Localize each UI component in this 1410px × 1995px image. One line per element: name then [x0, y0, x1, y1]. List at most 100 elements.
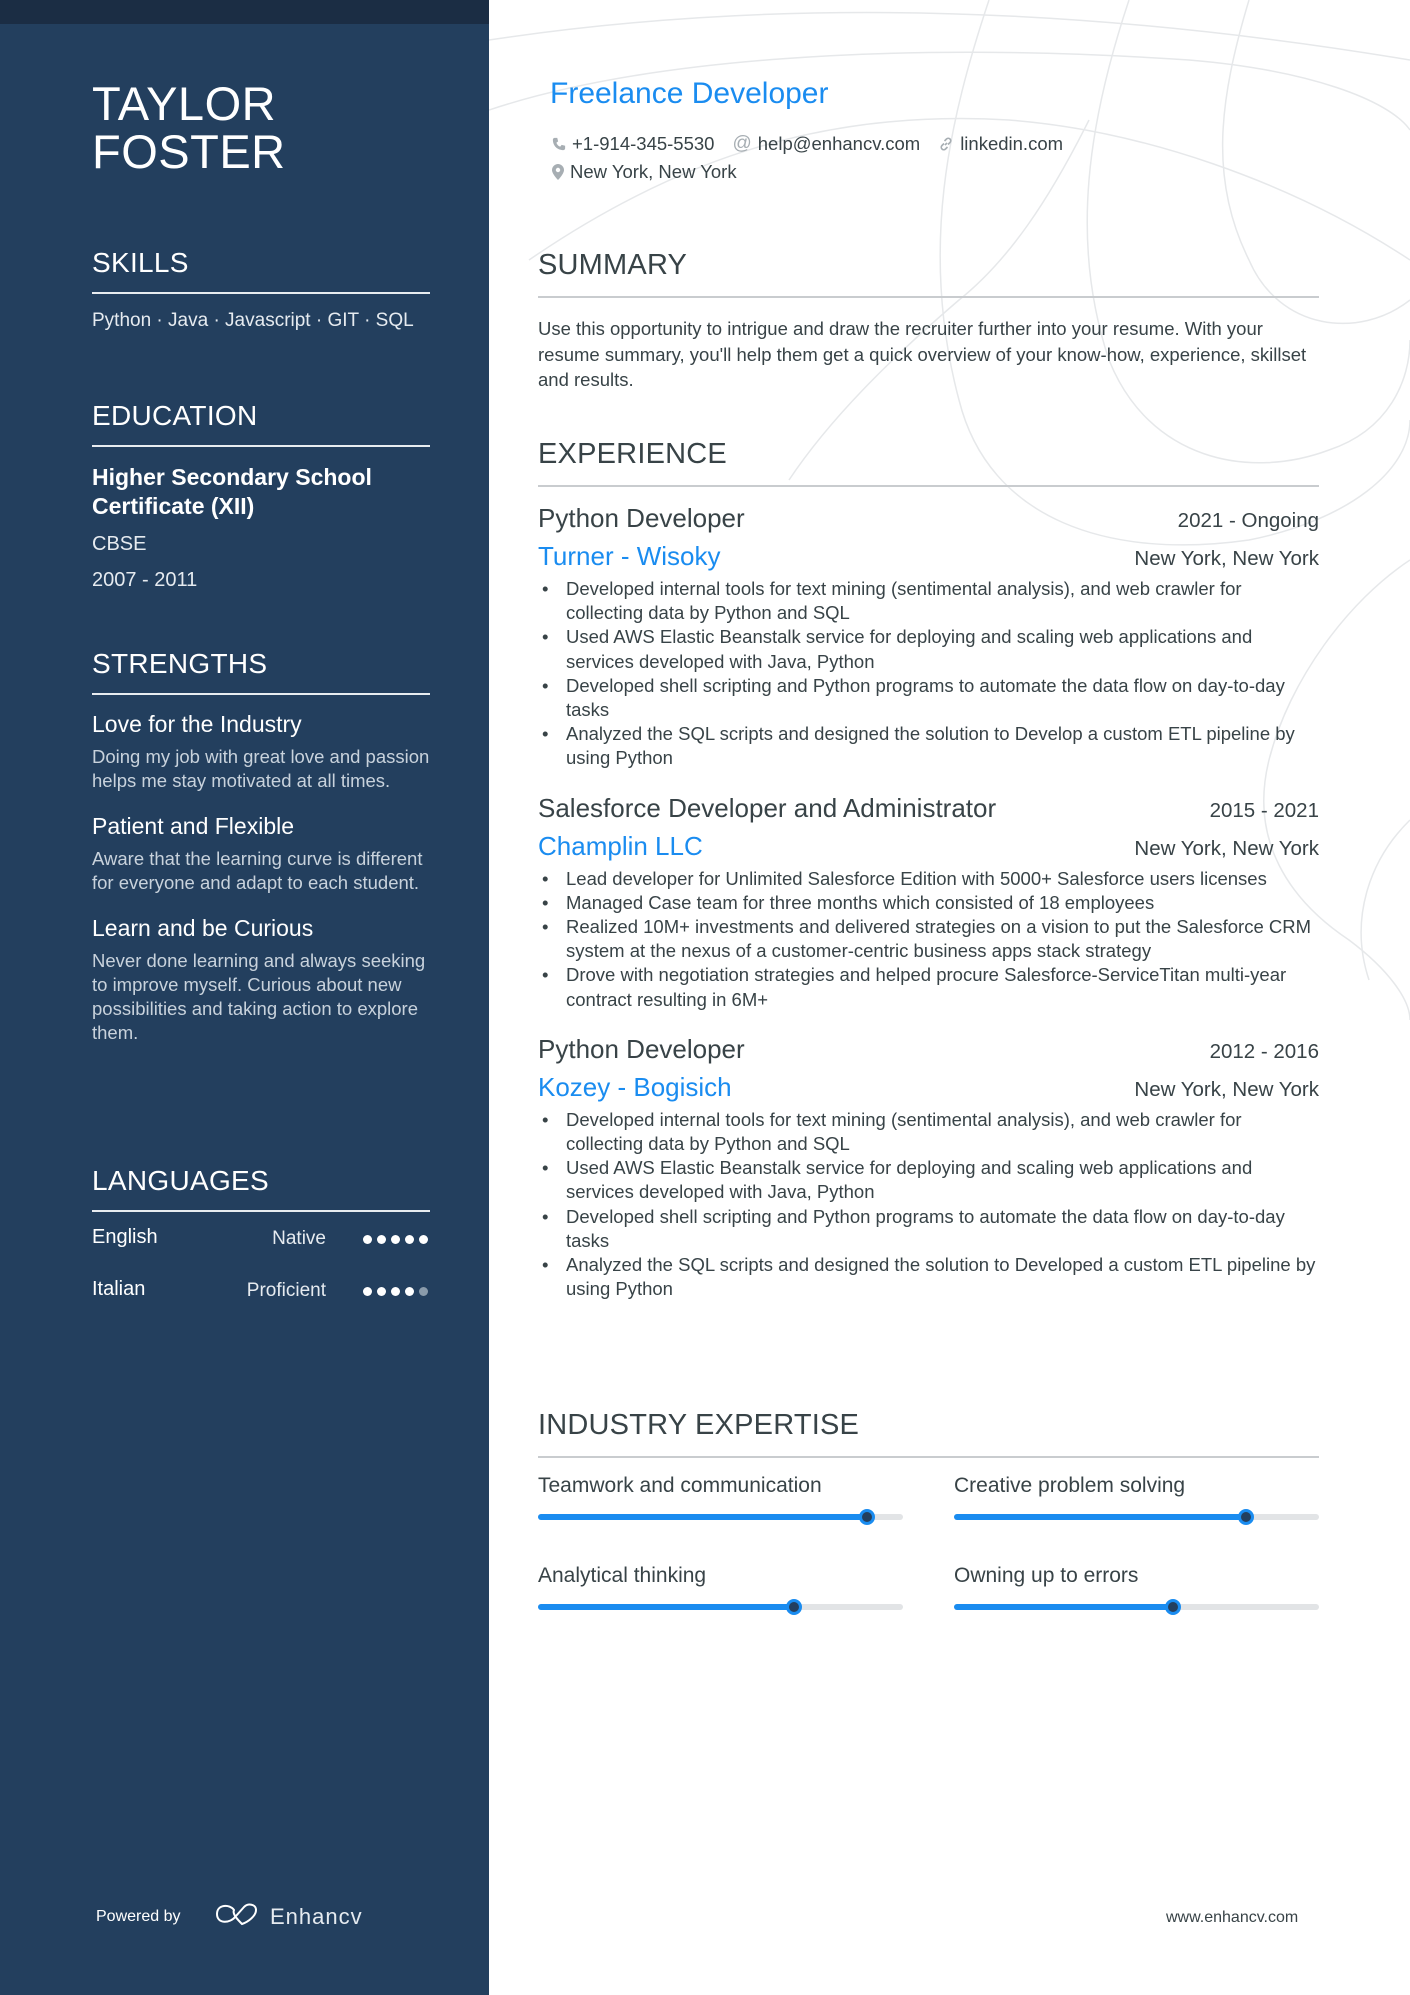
divider — [92, 445, 430, 447]
sidebar: TAYLOR FOSTER SKILLS Python · Java · Jav… — [0, 0, 489, 1995]
contact-location-row: New York, New York — [552, 161, 755, 183]
divider — [92, 292, 430, 294]
language-row: English Native — [92, 1216, 430, 1268]
expertise-slider — [954, 1509, 1319, 1525]
contact-link[interactable]: linkedin.com — [938, 133, 1063, 155]
skills-list: Python · Java · Javascript · GIT · SQL — [92, 310, 414, 331]
slider-knob — [858, 1509, 875, 1525]
expertise-item: Owning up to errors — [954, 1562, 1319, 1652]
rating-dot-empty — [419, 1287, 428, 1296]
rating-dot-filled — [391, 1287, 400, 1296]
strength-description: Aware that the learning curve is differe… — [92, 848, 423, 893]
rating-dot-filled — [419, 1235, 428, 1244]
enhancv-logo-icon — [214, 1902, 260, 1931]
expertise-label: Creative problem solving — [954, 1474, 1186, 1497]
strength-title: Love for the Industry — [92, 711, 302, 737]
map-pin-icon — [552, 164, 564, 180]
strength-item: Love for the Industry Doing my job with … — [92, 709, 430, 793]
rating-dot-filled — [405, 1287, 414, 1296]
contact-phone[interactable]: +1-914-345-5530 — [552, 133, 714, 155]
education-dates: 2007 - 2011 — [92, 569, 198, 591]
expertise-grid: Teamwork and communication Creative prob… — [538, 1472, 1319, 1652]
summary-section: SUMMARY Use this opportunity to intrigue… — [538, 248, 1319, 393]
divider — [92, 693, 430, 695]
strength-title: Learn and be Curious — [92, 915, 314, 941]
contact-row: +1-914-345-5530 @ help@enhancv.com linke… — [552, 133, 1081, 155]
bullet-item: Managed Case team for three months which… — [538, 891, 1319, 915]
link-icon — [938, 136, 954, 152]
rating-dot-filled — [405, 1235, 414, 1244]
powered-by-label: Powered by — [96, 1908, 181, 1925]
expertise-slider — [538, 1509, 903, 1525]
rating-dot-filled — [377, 1287, 386, 1296]
expertise-item: Creative problem solving — [954, 1472, 1319, 1562]
job-bullets: Developed internal tools for text mining… — [538, 577, 1319, 771]
expertise-item: Analytical thinking — [538, 1562, 903, 1652]
headline-role: Freelance Developer — [550, 77, 829, 110]
candidate-name: TAYLOR FOSTER — [92, 80, 286, 176]
slider-knob — [1165, 1599, 1181, 1615]
job-dates: 2012 - 2016 — [1209, 1039, 1319, 1063]
job-entry: Salesforce Developer and Administrator 2… — [538, 791, 1319, 1012]
enhancv-logo[interactable]: Enhancv — [214, 1902, 363, 1931]
languages-title: LANGUAGES — [92, 1165, 269, 1196]
divider — [92, 1210, 430, 1212]
language-level: Proficient — [246, 1280, 326, 1301]
expertise-label: Teamwork and communication — [538, 1474, 822, 1497]
strength-item: Patient and Flexible Aware that the lear… — [92, 811, 430, 895]
at-icon: @ — [732, 133, 752, 154]
job-bullets: Developed internal tools for text mining… — [538, 1108, 1319, 1302]
bullet-item: Realized 10M+ investments and delivered … — [538, 915, 1319, 963]
expertise-slider — [538, 1599, 903, 1615]
job-location: New York, New York — [1134, 547, 1319, 570]
languages-section: LANGUAGES English Native Italian Profici… — [92, 1164, 430, 1320]
language-rating — [363, 1235, 428, 1244]
name-last: FOSTER — [92, 125, 286, 178]
job-title: Python Developer — [538, 1033, 745, 1064]
divider — [538, 1456, 1319, 1458]
rating-dot-filled — [363, 1235, 372, 1244]
expertise-section: INDUSTRY EXPERTISE Teamwork and communic… — [538, 1408, 1319, 1652]
language-rating — [363, 1287, 428, 1296]
bullet-item: Analyzed the SQL scripts and designed th… — [538, 1253, 1319, 1301]
language-level: Native — [272, 1228, 326, 1249]
footer-website-link[interactable]: www.enhancv.com — [1166, 1909, 1298, 1927]
bullet-item: Drove with negotiation strategies and he… — [538, 963, 1319, 1011]
bullet-item: Used AWS Elastic Beanstalk service for d… — [538, 625, 1319, 673]
rating-dot-filled — [391, 1235, 400, 1244]
divider — [538, 296, 1319, 298]
enhancv-wordmark: Enhancv — [270, 1903, 363, 1929]
summary-title: SUMMARY — [538, 249, 688, 281]
expertise-item: Teamwork and communication — [538, 1472, 903, 1562]
expertise-title: INDUSTRY EXPERTISE — [538, 1409, 860, 1441]
rating-dot-filled — [363, 1287, 372, 1296]
job-title: Salesforce Developer and Administrator — [538, 792, 997, 823]
contact-email[interactable]: @ help@enhancv.com — [732, 133, 920, 155]
bullet-item: Developed internal tools for text mining… — [538, 577, 1319, 625]
skills-title: SKILLS — [92, 247, 189, 278]
education-title: EDUCATION — [92, 400, 258, 431]
divider — [538, 485, 1319, 487]
strengths-section: STRENGTHS Love for the Industry Doing my… — [92, 647, 430, 1045]
location-text: New York, New York — [570, 161, 737, 182]
slider-knob — [785, 1599, 802, 1615]
expertise-slider — [954, 1599, 1319, 1615]
strengths-title: STRENGTHS — [92, 648, 268, 679]
strength-item: Learn and be Curious Never done learning… — [92, 913, 430, 1045]
contact-location: New York, New York — [552, 161, 737, 183]
bullet-item: Developed shell scripting and Python pro… — [538, 674, 1319, 722]
strength-title: Patient and Flexible — [92, 813, 295, 839]
slider-fill — [538, 1604, 794, 1610]
education-degree: Higher Secondary School Certificate (XII… — [92, 464, 372, 519]
job-company: Kozey - Bogisich — [538, 1071, 732, 1102]
slider-fill — [954, 1604, 1173, 1610]
slider-fill — [954, 1514, 1246, 1520]
linkedin-url: linkedin.com — [960, 133, 1064, 154]
slider-fill — [538, 1514, 867, 1520]
email-address: help@enhancv.com — [757, 133, 921, 154]
expertise-label: Owning up to errors — [954, 1564, 1139, 1587]
phone-icon — [552, 137, 566, 151]
language-name: Italian — [92, 1278, 146, 1300]
strength-description: Never done learning and always seeking t… — [92, 950, 426, 1043]
language-row: Italian Proficient — [92, 1268, 430, 1320]
